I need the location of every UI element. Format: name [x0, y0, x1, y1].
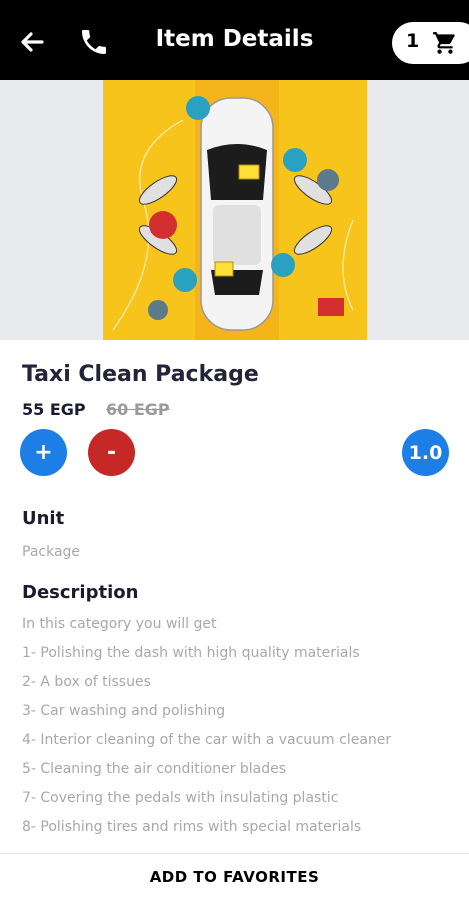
cart-icon [433, 32, 455, 54]
item-price: 55 EGP [22, 400, 86, 419]
item-old-price: 60 EGP [106, 400, 170, 419]
quantity-badge: 1.0 [402, 429, 449, 476]
add-to-favorites-button[interactable]: ADD TO FAVORITES [0, 853, 469, 900]
add-to-favorites-label: ADD TO FAVORITES [149, 868, 320, 886]
description-line: 3- Car washing and polishing [22, 703, 226, 719]
description-line: In this category you will get [22, 616, 217, 632]
description-line: 7- Covering the pedals with insulating p… [22, 790, 339, 806]
cart-button[interactable]: 1 [392, 22, 469, 64]
description-heading: Description [22, 582, 139, 603]
cart-count: 1 [406, 30, 420, 52]
unit-value: Package [22, 544, 81, 560]
top-bar: Item Details 1 [0, 0, 469, 80]
product-image-area [0, 80, 469, 340]
description-line: 8- Polishing tires and rims with special… [22, 819, 362, 835]
description-line: 1- Polishing the dash with high quality … [22, 645, 360, 661]
item-name: Taxi Clean Package [22, 362, 259, 387]
description-line: 2- A box of tissues [22, 674, 151, 690]
unit-heading: Unit [22, 508, 65, 529]
description-line: 4- Interior cleaning of the car with a v… [22, 732, 392, 748]
description-list: In this category you will get 1- Polishi… [22, 616, 462, 848]
decrease-quantity-button[interactable]: - [88, 429, 135, 476]
increase-quantity-button[interactable]: + [20, 429, 67, 476]
description-line: 5- Cleaning the air conditioner blades [22, 761, 287, 777]
product-image [103, 80, 367, 340]
